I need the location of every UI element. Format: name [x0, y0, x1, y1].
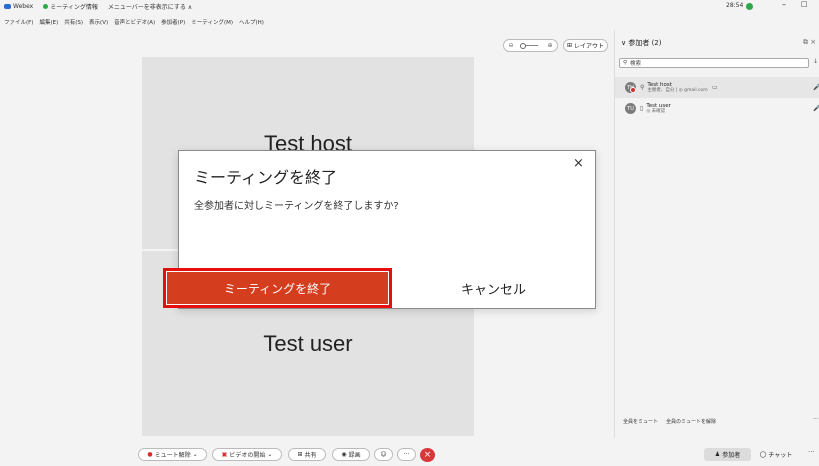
highlight-box: ミーティングを終了: [163, 268, 392, 308]
chevron-down-icon[interactable]: ⌄: [193, 451, 198, 458]
maximize-button[interactable]: □: [801, 0, 808, 8]
menu-share[interactable]: 共有(S): [64, 18, 83, 26]
zoom-in-icon[interactable]: ⊕: [547, 42, 552, 49]
meeting-info-icon: [43, 4, 49, 9]
minimize-button[interactable]: –: [782, 0, 786, 9]
meeting-info-label: ミーティング情報: [50, 4, 98, 11]
cancel-button[interactable]: キャンセル: [392, 268, 595, 308]
participant-info: Test host 主催者、自分 | ◎ gmail.com: [647, 82, 707, 94]
end-meeting-dialog: ミーティングを終了 全参加者に対しミーティングを終了しますか? × ミーティング…: [163, 150, 596, 309]
dialog-title: ミーティングを終了: [194, 168, 338, 187]
chat-icon[interactable]: ▭: [712, 84, 718, 91]
search-placeholder: 検索: [630, 61, 642, 67]
close-icon: ×: [423, 450, 432, 460]
mute-all-button[interactable]: 全員をミュート: [623, 418, 658, 425]
more-icon[interactable]: ···: [808, 448, 815, 456]
user-video-name: Test user: [263, 331, 353, 356]
layout-label: レイアウト: [574, 43, 605, 50]
chat-tab[interactable]: ◯ チャット: [758, 448, 794, 461]
participant-info: Test user ◎ 未確認: [646, 103, 671, 115]
share-label: 共有: [304, 452, 317, 459]
menu-edit[interactable]: 編集(E): [39, 18, 58, 26]
participant-status: ◎ 未確認: [646, 108, 666, 114]
chat-tab-label: チャット: [768, 452, 793, 459]
meeting-info-button[interactable]: ミーティング情報: [43, 2, 98, 11]
reactions-icon: ☺: [380, 451, 387, 458]
start-video-label: ビデオの開始: [229, 452, 266, 459]
dialog-buttons: ミーティングを終了 キャンセル: [163, 268, 595, 308]
search-icon: ⚲: [623, 60, 628, 66]
zoom-control[interactable]: ⊖ ⊕: [503, 39, 558, 52]
more-button[interactable]: ···: [397, 448, 416, 461]
webex-window: Webex ミーティング情報 メニューバーを非表示にする ∧ 28:54 – □…: [0, 0, 819, 466]
more-options-icon[interactable]: ···: [813, 416, 819, 423]
record-icon: ◉: [341, 451, 347, 458]
participant-row[interactable]: TU ▯ Test user ◎ 未確認 🎤: [615, 98, 819, 119]
chevron-down-icon[interactable]: ⌄: [267, 451, 272, 458]
participants-panel: ∨ 参加者 (2) ⧉ × ⚲ 検索 ↓↑ TH ⚲ Test host 主催者…: [614, 30, 819, 438]
muted-mic-icon: ●: [147, 451, 153, 458]
chat-icon: ◯: [759, 451, 767, 458]
avatar: TU: [625, 103, 636, 114]
menu-file[interactable]: ファイル(F): [4, 18, 33, 26]
avatar-initials: TU: [627, 105, 634, 112]
device-icon: ⚲: [640, 84, 645, 91]
connection-status-icon: [746, 3, 753, 10]
participant-row[interactable]: TH ⚲ Test host 主催者、自分 | ◎ gmail.com ▭ 🎤: [615, 77, 819, 98]
unmute-label: ミュート解除: [154, 452, 191, 459]
zoom-slider[interactable]: [520, 43, 539, 49]
menu-meeting[interactable]: ミーティング(M): [191, 18, 233, 26]
search-input[interactable]: ⚲ 検索: [619, 58, 809, 68]
panel-footer: 全員をミュート 全員のミュートを解除: [623, 418, 716, 425]
reactions-button[interactable]: ☺: [374, 448, 393, 461]
dialog-message: 全参加者に対しミーティングを終了しますか?: [194, 201, 399, 212]
video-off-icon: ▣: [221, 451, 228, 458]
end-meeting-button[interactable]: ×: [420, 448, 435, 462]
share-button[interactable]: ⊞ 共有: [288, 448, 326, 461]
share-icon: ⊞: [297, 451, 303, 458]
popout-close-icon[interactable]: ⧉ ×: [803, 38, 816, 47]
meeting-timer: 28:54: [726, 2, 744, 9]
app-logo: Webex: [4, 3, 33, 10]
avatar: TH: [625, 82, 636, 93]
menu-bar: ファイル(F) 編集(E) 共有(S) 表示(V) 音声とビデオ(A) 参加者(…: [4, 18, 264, 26]
participants-header[interactable]: ∨ 参加者 (2): [621, 38, 662, 48]
layout-icon: ⊞: [566, 42, 572, 49]
meeting-controls-bar: ● ミュート解除 ⌄ ▣ ビデオの開始 ⌄ ⊞ 共有 ◉ 録画 ☺ ··· × …: [0, 441, 819, 466]
unmute-button[interactable]: ● ミュート解除 ⌄: [138, 448, 207, 461]
title-bar: Webex ミーティング情報 メニューバーを非表示にする ∧ 28:54 – □: [0, 0, 819, 13]
muted-mic-icon[interactable]: 🎤: [813, 84, 819, 91]
menu-help[interactable]: ヘルプ(H): [239, 18, 264, 26]
sort-icon[interactable]: ↓↑: [813, 58, 819, 65]
more-icon: ···: [403, 451, 410, 458]
menu-participants[interactable]: 参加者(P): [161, 18, 185, 26]
record-button[interactable]: ◉ 録画: [332, 448, 370, 461]
hide-menubar-button[interactable]: メニューバーを非表示にする ∧: [108, 2, 192, 11]
participants-icon: ♟: [714, 451, 721, 458]
webex-logo-icon: [4, 4, 11, 9]
start-video-button[interactable]: ▣ ビデオの開始 ⌄: [212, 448, 282, 461]
layout-button[interactable]: ⊞ レイアウト: [563, 39, 608, 52]
participant-status: 主催者、自分 | ◎ gmail.com: [647, 87, 708, 93]
participants-tab-label: 参加者: [722, 452, 741, 459]
record-label: 録画: [348, 452, 361, 459]
app-name: Webex: [13, 3, 34, 10]
device-icon: ▯: [640, 105, 644, 112]
end-meeting-confirm-button[interactable]: ミーティングを終了: [167, 272, 388, 304]
menu-audio-video[interactable]: 音声とビデオ(A): [114, 18, 155, 26]
host-badge-icon: [630, 87, 636, 93]
close-icon[interactable]: ×: [573, 156, 584, 171]
muted-mic-icon[interactable]: 🎤: [813, 105, 819, 112]
participants-tab[interactable]: ♟ 参加者: [704, 448, 751, 461]
zoom-out-icon[interactable]: ⊖: [508, 42, 513, 49]
unmute-all-button[interactable]: 全員のミュートを解除: [666, 418, 716, 425]
menu-view[interactable]: 表示(V): [89, 18, 108, 26]
